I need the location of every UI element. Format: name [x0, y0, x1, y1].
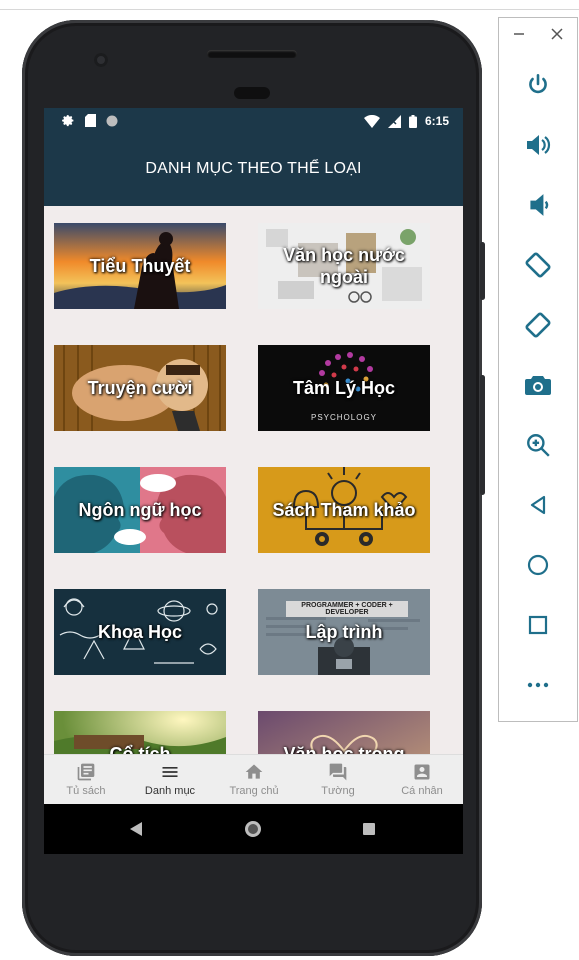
chat-icon: [329, 763, 347, 781]
category-label: Văn học trong: [283, 744, 405, 754]
psychology-caption: PSYCHOLOGY: [310, 413, 377, 422]
back-triangle-icon[interactable]: [130, 822, 142, 836]
app-bar: DANH MỤC THEO THỂ LOẠI: [44, 136, 463, 206]
status-bar: 6:15: [44, 108, 463, 136]
screenshot-button[interactable]: [519, 366, 557, 404]
proximity-sensor: [234, 87, 270, 99]
volume-up-button[interactable]: [519, 126, 557, 164]
volume-side-button: [480, 375, 485, 495]
nav-item-tuong[interactable]: Tường: [296, 761, 380, 797]
nav-item-danh-muc[interactable]: Danh mục: [128, 761, 212, 797]
volume-down-button[interactable]: [519, 186, 557, 224]
category-grid: Tiểu Thuyết Văn học nước ngoài Truyện cư…: [44, 206, 463, 754]
more-dots-icon: [527, 682, 549, 688]
home-circle-icon[interactable]: [243, 819, 263, 839]
power-side-button: [480, 242, 485, 300]
battery-icon: [408, 114, 417, 128]
no-signal-icon: [387, 114, 401, 128]
rotate-right-button[interactable]: [519, 306, 557, 344]
category-card-co-tich[interactable]: Cổ tích: [54, 711, 226, 754]
category-label: Cổ tích: [109, 744, 171, 754]
volume-down-icon: [530, 194, 549, 216]
sync-circle-icon: [106, 115, 118, 126]
wifi-icon: [363, 114, 380, 128]
emulator-toolbar: [498, 17, 578, 722]
square-outline-icon: [528, 615, 548, 635]
overview-button[interactable]: [519, 606, 557, 644]
nav-label: Danh mục: [144, 785, 196, 797]
back-button[interactable]: [519, 486, 557, 524]
category-card-truyen-cuoi[interactable]: Truyện cười: [54, 345, 226, 431]
home-circle-outline-icon: [527, 554, 549, 576]
rotate-right-icon: [525, 312, 551, 338]
category-card-tam-ly-hoc[interactable]: Tâm Lý Học PSYCHOLOGY: [258, 345, 430, 431]
nav-label: Tường: [321, 785, 355, 797]
profile-icon: [414, 764, 430, 780]
power-button[interactable]: [519, 66, 557, 104]
category-card-van-hoc-trong[interactable]: Văn học trong: [258, 711, 430, 754]
nav-item-tu-sach[interactable]: Tủ sách: [44, 761, 128, 797]
top-divider: [0, 9, 579, 10]
camera-icon: [525, 376, 551, 395]
category-label: Ngôn ngữ học: [78, 500, 202, 520]
front-camera: [94, 53, 108, 67]
system-navigation-bar: [44, 804, 463, 854]
close-icon[interactable]: [551, 28, 563, 40]
category-card-van-hoc-nuoc-ngoai[interactable]: Văn học nước ngoài: [258, 223, 430, 309]
volume-up-icon: [527, 135, 551, 155]
category-label: Truyện cười: [87, 378, 193, 398]
status-time: 6:15: [424, 114, 449, 128]
category-card-khoa-hoc[interactable]: Khoa Học: [54, 589, 226, 675]
sd-card-icon: [85, 114, 96, 127]
earpiece-speaker: [207, 50, 297, 58]
nav-item-trang-chu[interactable]: Trang chủ: [212, 761, 296, 797]
nav-label: Tủ sách: [66, 785, 106, 797]
category-label: Khoa Học: [97, 622, 182, 642]
settings-gear-icon: [62, 115, 74, 127]
library-icon: [77, 763, 95, 781]
recents-square-icon[interactable]: [363, 823, 375, 835]
menu-icon: [162, 767, 178, 777]
rotate-left-icon: [525, 252, 551, 278]
category-label: Lập trình: [305, 622, 383, 642]
nav-label: Trang chủ: [229, 785, 279, 797]
back-icon: [530, 495, 546, 515]
nav-item-ca-nhan[interactable]: Cá nhân: [380, 761, 463, 797]
home-icon: [245, 764, 263, 779]
power-icon: [529, 73, 547, 94]
more-button[interactable]: [519, 666, 557, 704]
category-label: Tiểu Thuyết: [89, 256, 191, 276]
category-card-ngon-ngu-hoc[interactable]: Ngôn ngữ học: [54, 467, 226, 553]
rotate-left-button[interactable]: [519, 246, 557, 284]
minimize-icon[interactable]: [513, 28, 525, 40]
zoom-in-icon: [527, 434, 550, 457]
page-title: DANH MỤC THEO THỂ LOẠI: [145, 160, 362, 177]
nav-label: Cá nhân: [401, 785, 443, 797]
home-button[interactable]: [519, 546, 557, 584]
bottom-navigation: Tủ sách Danh mục Trang chủ Tường Cá nhân: [44, 754, 463, 805]
category-label: Sách Tham khảo: [272, 500, 416, 520]
category-card-lap-trinh[interactable]: PROGRAMMER + CODER + DEVELOPER Lập trình: [258, 589, 430, 675]
category-card-tieu-thuyet[interactable]: Tiểu Thuyết: [54, 223, 226, 309]
zoom-button[interactable]: [519, 426, 557, 464]
app-screen: 6:15 DANH MỤC THEO THỂ LOẠI Tiểu Thuyết: [44, 108, 463, 854]
category-card-sach-tham-khao[interactable]: Sách Tham khảo: [258, 467, 430, 553]
category-label: Văn học nước ngoài: [283, 245, 405, 287]
